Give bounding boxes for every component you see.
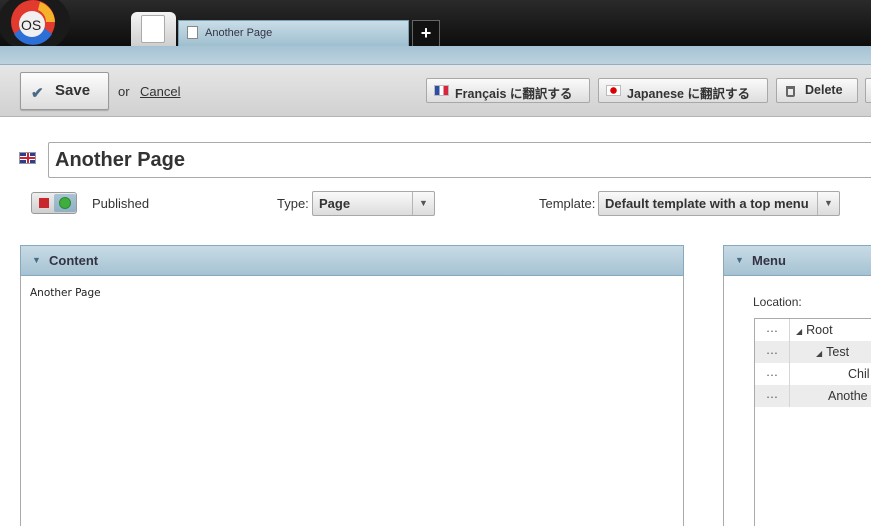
trash-icon <box>786 86 795 97</box>
page-icon <box>187 26 198 39</box>
or-text: or <box>118 84 130 99</box>
add-tab-button[interactable]: + <box>412 20 440 46</box>
english-flag-icon <box>19 152 36 164</box>
more-button[interactable] <box>865 78 871 103</box>
unpublished-icon <box>39 198 49 208</box>
tab-another-page[interactable]: Another Page <box>178 20 409 46</box>
tree-item-dots[interactable]: … <box>755 341 790 363</box>
status-label: Published <box>92 196 150 211</box>
publish-toggle[interactable] <box>31 192 77 214</box>
chevron-down-icon: ▼ <box>412 192 434 215</box>
logo-text: OS <box>21 17 41 33</box>
expanded-triangle-icon: ◢ <box>816 349 823 358</box>
tab-label: Another Page <box>205 27 273 39</box>
delete-button[interactable]: Delete <box>776 78 858 103</box>
content-body-text: Another Page <box>30 287 101 299</box>
type-select[interactable]: Page ▼ <box>312 191 435 216</box>
translate-japanese-button[interactable]: Japanese に翻訳する <box>598 78 768 103</box>
template-value: Default template with a top menu <box>605 196 809 211</box>
tree-item-root[interactable]: … ◢ Root <box>755 319 871 341</box>
type-value: Page <box>319 196 351 211</box>
content-editor[interactable] <box>20 276 684 526</box>
tree-item-another-page[interactable]: … Anothe <box>755 385 871 407</box>
template-label: Template: <box>539 196 596 211</box>
menu-panel-header[interactable]: ▼ Menu <box>723 245 871 276</box>
collapse-triangle-icon: ▼ <box>32 255 41 265</box>
tree-item-dots[interactable]: … <box>755 363 790 385</box>
location-tree[interactable]: … ◢ Root … ◢ Test … Chil … Anothe <box>754 318 871 526</box>
page-title-input[interactable] <box>48 142 871 178</box>
check-icon: ✔ <box>31 85 44 102</box>
translate-french-label: Français に翻訳する <box>455 87 573 101</box>
french-flag-icon <box>434 85 449 96</box>
location-label: Location: <box>753 295 802 309</box>
tree-item-child[interactable]: … Chil <box>755 363 871 385</box>
cancel-link[interactable]: Cancel <box>140 84 180 99</box>
type-label: Type: <box>277 196 309 211</box>
document-icon <box>141 15 165 43</box>
delete-label: Delete <box>805 83 843 97</box>
tree-item-label: Chil <box>848 367 870 381</box>
content-panel-header[interactable]: ▼ Content <box>20 245 684 276</box>
toolbar: ✔ Save or Cancel Français に翻訳する Japanese… <box>0 65 871 117</box>
tree-item-dots[interactable]: … <box>755 319 790 341</box>
app-logo[interactable]: OS <box>0 0 72 52</box>
tab-strip <box>0 46 871 65</box>
published-icon <box>59 197 71 209</box>
chevron-down-icon: ▼ <box>817 192 839 215</box>
tree-item-test[interactable]: … ◢ Test <box>755 341 871 363</box>
translate-japanese-label: Japanese に翻訳する <box>627 87 750 101</box>
tree-item-label: Root <box>806 323 833 337</box>
expanded-triangle-icon: ◢ <box>796 327 803 336</box>
tree-item-label: Anothe <box>828 389 868 403</box>
translate-french-button[interactable]: Français に翻訳する <box>426 78 590 103</box>
pages-tab-icon[interactable] <box>131 12 176 46</box>
content-panel-title: Content <box>49 253 99 268</box>
menu-panel-title: Menu <box>752 253 786 268</box>
japanese-flag-icon <box>606 85 621 96</box>
save-button[interactable]: ✔ Save <box>20 72 109 110</box>
save-label: Save <box>55 82 91 99</box>
tree-item-dots[interactable]: … <box>755 385 790 407</box>
tree-item-label: Test <box>826 345 850 359</box>
template-select[interactable]: Default template with a top menu ▼ <box>598 191 840 216</box>
collapse-triangle-icon: ▼ <box>735 255 744 265</box>
